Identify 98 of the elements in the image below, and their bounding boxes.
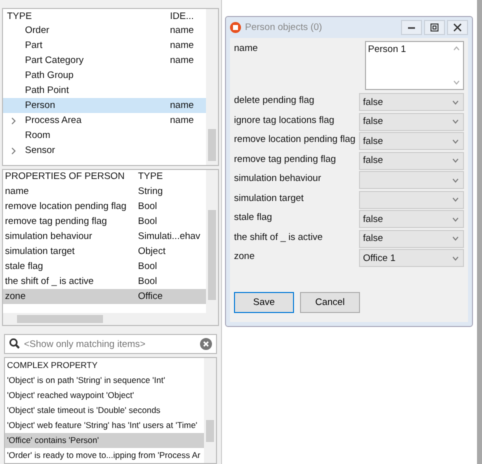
identifier-cell-text: name: [170, 40, 195, 51]
dropdown[interactable]: false: [359, 230, 464, 248]
property-row[interactable]: simulation target Object: [3, 244, 206, 258]
type-name: Path Point: [24, 85, 70, 96]
property-name: simulation behaviour: [5, 230, 94, 242]
column-header[interactable]: IDE...: [170, 10, 206, 22]
search-field[interactable]: <Show only matching items>: [4, 334, 217, 354]
dialog-button[interactable]: Save: [234, 292, 294, 313]
complex-property-item[interactable]: 'Office' contains 'Person': [5, 433, 204, 448]
field-label: simulation target: [234, 192, 304, 204]
tree-item[interactable]: Part name: [3, 38, 206, 53]
dropdown[interactable]: [359, 190, 464, 208]
close-icon: [453, 23, 462, 32]
property-type: Bool: [138, 276, 158, 286]
property-row[interactable]: remove location pending flag Bool: [3, 198, 206, 214]
dropdown[interactable]: false: [359, 112, 464, 130]
property-name: remove location pending flag: [5, 200, 128, 212]
maximize-button[interactable]: [424, 20, 445, 35]
dropdown[interactable]: false: [359, 210, 464, 228]
vertical-scrollbar[interactable]: [204, 358, 216, 463]
close-button[interactable]: [447, 20, 468, 35]
property-name: stale flag: [5, 260, 44, 272]
field-label: ignore tag locations flag: [234, 114, 334, 126]
identifier-cell-text: name: [170, 100, 195, 111]
field-label: simulation behaviour: [234, 172, 322, 184]
property-row[interactable]: remove tag pending flag Bool: [3, 214, 206, 228]
complex-property-item[interactable]: 'Object' reached waypoint 'Object': [5, 388, 204, 403]
property-row[interactable]: the shift of _ is active Bool: [3, 274, 206, 288]
tree-item[interactable]: Person name: [3, 98, 206, 113]
field-label: the shift of _ is active: [234, 230, 323, 242]
tree-item[interactable]: Path Point: [3, 83, 206, 98]
property-type: Bool: [138, 216, 158, 226]
dropdown[interactable]: [359, 171, 464, 189]
window-title: Person objects (0): [245, 22, 324, 33]
app-icon: [230, 22, 241, 33]
identifier-cell-text: name: [170, 25, 195, 36]
scroll-up-icon[interactable]: [453, 46, 460, 51]
type-name: Person: [24, 100, 56, 111]
property-name: zone: [5, 290, 27, 302]
column-header[interactable]: PROPERTIES OF PERSON: [5, 171, 138, 182]
tree-item[interactable]: Part Category name: [3, 53, 206, 68]
dropdown[interactable]: false: [359, 152, 464, 170]
tree-item[interactable]: Order name: [3, 23, 206, 38]
property-row[interactable]: zone Office: [3, 288, 206, 304]
dropdown[interactable]: false: [359, 93, 464, 111]
text-area[interactable]: Person 1: [365, 41, 464, 90]
field-label: remove location pending flag: [234, 133, 356, 145]
complex-property-item[interactable]: 'Object' is on path 'String' in sequence 'Int': [5, 373, 204, 388]
minimize-button[interactable]: [401, 20, 422, 35]
horizontal-scrollbar[interactable]: [3, 313, 218, 325]
search-icon: [9, 338, 20, 349]
property-type: Office: [138, 290, 164, 302]
type-name: Path Group: [24, 70, 75, 81]
field-label: delete pending flag: [234, 94, 314, 106]
property-type: Bool: [138, 260, 158, 272]
field-label: stale flag: [234, 211, 272, 223]
type-name: Process Area: [24, 115, 82, 126]
field-label: remove tag pending flag: [234, 152, 336, 164]
identifier-cell-text: name: [170, 55, 195, 66]
property-name: remove tag pending flag: [5, 216, 108, 226]
dialog-button[interactable]: Cancel: [300, 292, 360, 313]
property-name: name: [5, 186, 30, 196]
scroll-down-icon[interactable]: [453, 80, 460, 85]
type-name: Room: [24, 130, 52, 141]
type-name: Sensor: [24, 145, 56, 156]
chevron-right-icon[interactable]: [11, 146, 17, 154]
complex-property-item[interactable]: 'Object' web feature 'String' has 'Int' users at 'Time': [5, 418, 204, 433]
property-row[interactable]: simulation behaviour Simulati...ehav: [3, 228, 206, 244]
tree-item[interactable]: Path Group: [3, 68, 206, 83]
dropdown[interactable]: false: [359, 132, 464, 150]
tree-item[interactable]: Room: [3, 128, 206, 143]
property-name: simulation target: [5, 246, 76, 256]
property-type: Object: [138, 246, 166, 256]
property-type: Bool: [138, 200, 158, 212]
complex-property-item[interactable]: 'Order' is ready to move to...ipping from 'Process Ar: [5, 448, 204, 463]
property-row[interactable]: name String: [3, 184, 206, 198]
property-name: the shift of _ is active: [5, 276, 95, 286]
identifier-cell-text: name: [170, 115, 195, 126]
field-label: name: [234, 42, 258, 54]
column-header[interactable]: TYPE: [7, 10, 170, 22]
vertical-scrollbar[interactable]: [206, 170, 218, 313]
property-type: String: [138, 186, 164, 196]
dropdown[interactable]: Office 1: [359, 249, 464, 267]
type-name: Part: [24, 40, 44, 51]
property-row[interactable]: stale flag Bool: [3, 258, 206, 274]
property-type: Simulati...ehav: [138, 230, 202, 242]
field-label: zone: [234, 250, 255, 262]
tree-item[interactable]: Process Area name: [3, 113, 206, 128]
complex-property-item[interactable]: 'Object' stale timeout is 'Double' seconds: [5, 403, 204, 418]
chevron-right-icon[interactable]: [11, 116, 17, 124]
column-header[interactable]: COMPLEX PROPERTY: [5, 358, 204, 373]
restore-icon: [430, 23, 439, 32]
type-name: Part Category: [24, 55, 85, 66]
tree-item[interactable]: Sensor: [3, 143, 206, 158]
type-name: Order: [24, 25, 50, 36]
column-header[interactable]: TYPE: [138, 171, 206, 182]
vertical-scrollbar[interactable]: [206, 9, 218, 164]
clear-icon[interactable]: [200, 338, 212, 350]
